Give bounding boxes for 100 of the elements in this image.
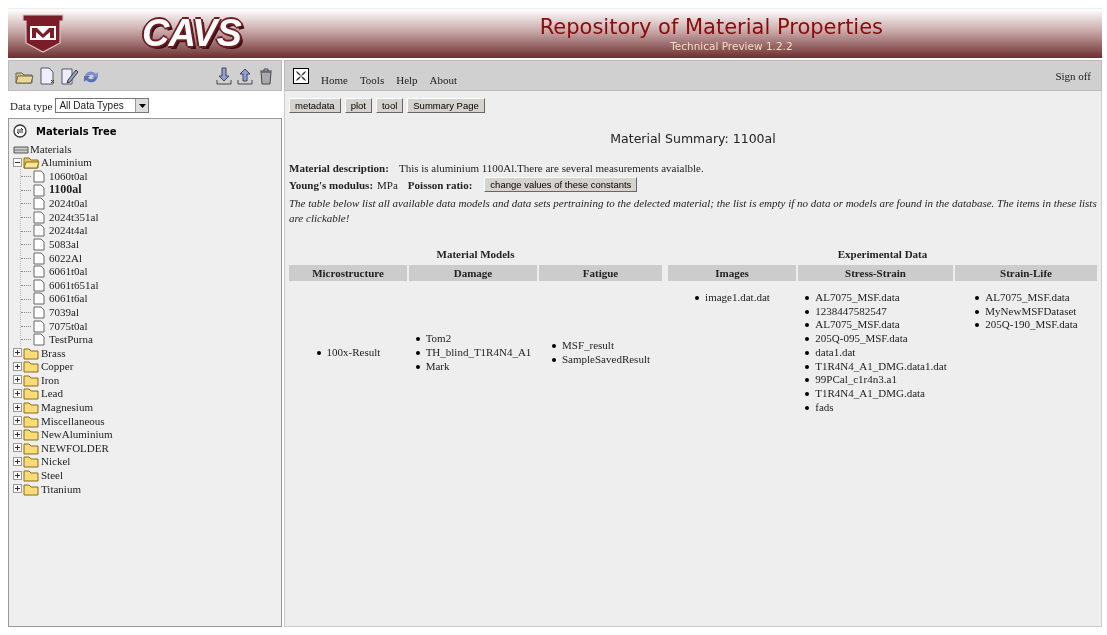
menu-link[interactable]: Help — [396, 73, 418, 86]
tree-item[interactable]: 2024t4al — [49, 224, 88, 237]
data-link[interactable]: 205Q-190_MSF.data — [974, 318, 1078, 333]
group-heading: Material Models — [435, 248, 516, 262]
view-button[interactable]: tool — [375, 98, 404, 113]
data-link[interactable]: image1.dat.dat — [694, 291, 770, 305]
download-icon[interactable] — [215, 66, 233, 85]
sign-off-link[interactable]: Sign off — [1055, 69, 1091, 82]
data-link[interactable]: AL7075_MSF.data — [974, 291, 1078, 305]
file-icon — [32, 277, 46, 292]
field-label: Material description: — [289, 162, 389, 174]
data-link[interactable]: Mark — [414, 359, 532, 374]
dropdown-arrow-icon — [138, 103, 146, 108]
data-link[interactable]: MyNewMSFDataset — [974, 304, 1078, 319]
data-link[interactable]: SampleSavedResult — [551, 352, 650, 367]
column-header: Images — [668, 265, 796, 281]
tree-item[interactable]: 2024t351al — [49, 210, 99, 223]
tree-item[interactable]: Steel — [41, 469, 63, 482]
expand-icon[interactable] — [13, 348, 22, 358]
file-icon — [32, 318, 46, 333]
tree-item[interactable]: 1100al — [49, 182, 82, 198]
tree-item[interactable]: Magnesium — [41, 401, 93, 414]
menu-link[interactable]: Tools — [359, 73, 385, 86]
expand-icon[interactable] — [13, 470, 22, 480]
file-icon — [32, 332, 46, 347]
tree-item[interactable]: NewAluminium — [41, 428, 113, 441]
data-link[interactable]: 1238447582547 — [804, 304, 947, 319]
data-link[interactable]: 100x-Result — [315, 345, 381, 360]
expand-icon[interactable] — [13, 429, 22, 439]
data-link[interactable]: fads — [804, 400, 947, 415]
tree-item[interactable]: 6061t651al — [49, 278, 99, 291]
data-link[interactable]: 99PCal_c1r4n3.a1 — [804, 373, 947, 387]
x-logo-icon — [293, 67, 309, 84]
expand-icon[interactable] — [13, 361, 22, 371]
tree-item[interactable]: Aluminium — [41, 156, 92, 169]
menu-link[interactable]: Home — [321, 73, 348, 86]
tree-item[interactable]: 7075t0al — [49, 319, 88, 332]
expand-icon[interactable] — [13, 389, 22, 398]
tree-item[interactable]: 2024t0al — [49, 197, 88, 210]
data-link[interactable]: TH_blind_T1R4N4_A1 — [414, 345, 532, 360]
expand-icon[interactable] — [13, 416, 22, 426]
folder-icon — [23, 345, 40, 360]
view-button[interactable]: Summary Page — [407, 98, 485, 113]
tree-item[interactable]: Brass — [41, 346, 66, 359]
tree-item[interactable]: Nickel — [41, 455, 71, 468]
data-link[interactable]: 205Q-095_MSF.data — [804, 332, 947, 346]
expand-icon[interactable] — [13, 402, 22, 412]
data-link[interactable]: AL7075_MSF.data — [804, 291, 947, 305]
data-type-select[interactable]: All Data Types — [55, 98, 150, 113]
swap-icon — [13, 124, 27, 138]
folder-icon — [23, 481, 40, 496]
expand-icon[interactable] — [13, 456, 22, 466]
tree-item[interactable]: NEWFOLDER — [41, 441, 109, 454]
folder-icon — [23, 386, 40, 401]
folder-icon — [23, 359, 40, 374]
data-link[interactable]: Tom2 — [414, 332, 532, 346]
tree-item[interactable]: Copper — [41, 360, 74, 373]
tree-item[interactable]: Iron — [41, 373, 60, 386]
data-link[interactable]: AL7075_MSF.data — [804, 318, 947, 333]
file-icon — [32, 291, 46, 306]
folder-icon — [23, 440, 40, 455]
field-label: Poisson ratio: — [407, 178, 473, 191]
change-constants-button[interactable]: change values of these constants — [484, 177, 638, 192]
file-icon — [32, 209, 46, 224]
data-link[interactable]: T1R4N4_A1_DMG.data1.dat — [804, 359, 947, 374]
file-icon — [32, 264, 46, 279]
folder-icon — [23, 372, 40, 387]
view-button[interactable]: plot — [344, 98, 372, 113]
file-icon — [32, 250, 46, 265]
file-icon — [32, 169, 46, 183]
data-link[interactable]: MSF_result — [551, 338, 650, 353]
upload-icon[interactable] — [236, 66, 254, 85]
tree-item[interactable]: Miscellaneous — [41, 414, 105, 427]
data-link[interactable]: T1R4N4_A1_DMG.data — [804, 386, 947, 401]
shield-logo-icon — [22, 13, 64, 54]
tree-item[interactable]: 7039al — [49, 305, 79, 318]
tree-item[interactable]: 6061t0al — [49, 265, 88, 278]
expand-icon[interactable] — [13, 484, 22, 494]
open-folder-icon — [23, 155, 40, 170]
tree-item[interactable]: 6022Al — [49, 251, 82, 264]
trash-icon[interactable] — [257, 66, 275, 85]
new-document-icon[interactable] — [37, 66, 56, 85]
tree-item[interactable]: TestPurna — [49, 333, 93, 346]
tree-item[interactable]: Titanium — [41, 482, 81, 495]
tree-item[interactable]: 1060t0al — [49, 170, 88, 182]
tree-item[interactable]: 6061t6al — [49, 292, 88, 305]
folder-icon — [23, 454, 40, 469]
data-link[interactable]: data1.dat — [804, 345, 947, 360]
tree-item[interactable]: Materials — [30, 142, 72, 155]
column-header: Stress-Strain — [798, 265, 953, 281]
view-button[interactable]: metadata — [289, 98, 341, 113]
version-label: Technical Preview 1.2.2 — [670, 40, 793, 52]
tree-item[interactable]: Lead — [41, 387, 63, 400]
edit-document-icon[interactable] — [59, 66, 78, 85]
expand-icon[interactable] — [13, 375, 22, 385]
menu-link[interactable]: About — [429, 73, 458, 86]
expand-icon[interactable] — [13, 443, 22, 453]
tree-item[interactable]: 5083al — [49, 237, 79, 250]
page-title: Repository of Material Properties — [539, 15, 884, 39]
collapse-icon[interactable] — [13, 157, 22, 167]
